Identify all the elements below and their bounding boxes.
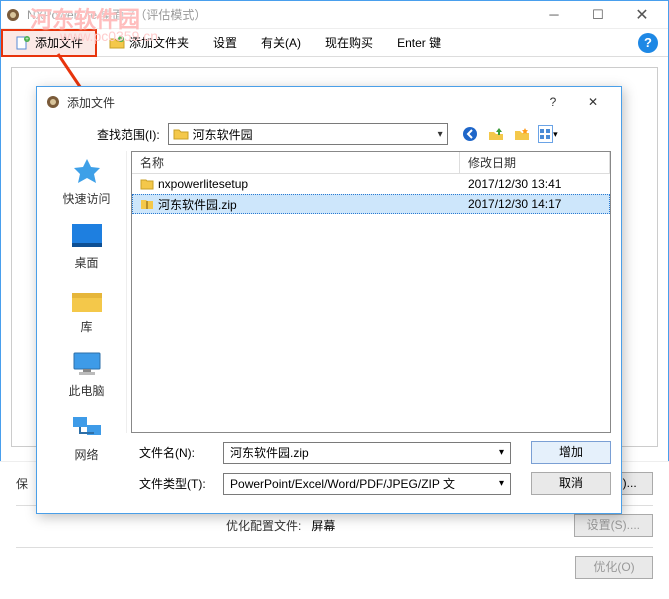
app-icon (5, 7, 21, 23)
zip-icon (140, 197, 154, 211)
menu-enter-key-label: Enter 键 (397, 34, 441, 51)
thispc-icon (69, 349, 105, 379)
dialog-bottom: 文件名(N): 河东软件园.zip ▾ 增加 文件类型(T): PowerPoi… (139, 441, 611, 503)
place-network-label: 网络 (74, 446, 98, 463)
place-thispc[interactable]: 此电脑 (52, 345, 122, 403)
desktop-icon (69, 221, 105, 251)
menu-buy-now-label: 现在购买 (325, 34, 373, 51)
window-buttons: ─ ☐ ✕ (532, 2, 664, 28)
file-row[interactable]: nxpowerlitesetup 2017/12/30 13:41 (132, 174, 610, 194)
profile-value: 屏幕 (311, 517, 335, 534)
chevron-down-icon: ▾ (438, 129, 443, 140)
main-divider-2 (16, 547, 653, 548)
column-date[interactable]: 修改日期 (460, 152, 610, 173)
folder-icon (173, 126, 189, 142)
file-list-rows: nxpowerlitesetup 2017/12/30 13:41 河东软件园.zi… (132, 174, 610, 432)
dialog-titlebar: 添加文件 ? ✕ (37, 87, 621, 117)
file-row[interactable]: 河东软件园.zip 2017/12/30 14:17 (132, 194, 610, 214)
dialog-body: 查找范围(I): 河东软件园 ▾ ▾ 快速访问 桌 (37, 117, 621, 513)
svg-text:+: + (25, 37, 29, 43)
profile-label: 优化配置文件: (226, 517, 301, 534)
lookin-combo[interactable]: 河东软件园 ▾ (168, 123, 448, 145)
close-button[interactable]: ✕ (620, 2, 664, 28)
chevron-down-icon: ▾ (499, 447, 504, 458)
minimize-button[interactable]: ─ (532, 2, 576, 28)
settings-button[interactable]: 设置(S).... (574, 514, 653, 537)
file-list[interactable]: 名称 修改日期 nxpowerlitesetup 2017/12/30 13:41… (131, 151, 611, 433)
filename-combo[interactable]: 河东软件园.zip ▾ (223, 442, 511, 464)
column-name[interactable]: 名称 (132, 152, 460, 173)
libraries-icon (69, 285, 105, 315)
place-thispc-label: 此电脑 (68, 382, 104, 399)
menu-enter-key[interactable]: Enter 键 (385, 29, 453, 57)
save-label: 保 (16, 475, 28, 492)
menu-settings[interactable]: 设置 (201, 29, 249, 57)
place-network[interactable]: 网络 (52, 409, 122, 467)
lookin-value: 河东软件园 (193, 126, 438, 143)
network-icon (69, 413, 105, 443)
filetype-combo[interactable]: PowerPoint/Excel/Word/PDF/JPEG/ZIP 文 ▾ (223, 473, 511, 495)
file-date: 2017/12/30 14:17 (468, 197, 561, 211)
optimize-button[interactable]: 优化(O) (575, 556, 653, 579)
add-file-dialog: 添加文件 ? ✕ 查找范围(I): 河东软件园 ▾ ▾ (36, 86, 622, 514)
place-quick-access[interactable]: 快速访问 (52, 153, 122, 211)
filetype-label: 文件类型(T): (139, 475, 215, 492)
up-button[interactable] (486, 124, 506, 144)
file-date: 2017/12/30 13:41 (468, 177, 561, 191)
back-button[interactable] (460, 124, 480, 144)
menu-settings-label: 设置 (213, 34, 237, 51)
file-name: nxpowerlitesetup (158, 177, 248, 191)
dialog-main: 快速访问 桌面 库 此电脑 网络 (47, 151, 611, 433)
folder-icon (140, 177, 154, 191)
file-name: 河东软件园.zip (158, 196, 237, 213)
watermark-url: www.pc0359.cn (60, 28, 158, 44)
add-button[interactable]: 增加 (531, 441, 611, 464)
dialog-title: 添加文件 (67, 94, 533, 111)
menu-about[interactable]: 有关(A) (249, 29, 313, 57)
place-desktop-label: 桌面 (74, 254, 98, 271)
place-libraries[interactable]: 库 (52, 281, 122, 339)
filetype-value: PowerPoint/Excel/Word/PDF/JPEG/ZIP 文 (230, 475, 455, 492)
view-menu-button[interactable]: ▾ (538, 124, 558, 144)
lookin-label: 查找范围(I): (97, 126, 160, 143)
menu-about-label: 有关(A) (261, 34, 301, 51)
places-bar: 快速访问 桌面 库 此电脑 网络 (47, 151, 127, 433)
cancel-button[interactable]: 取消 (531, 472, 611, 495)
filename-value: 河东软件园.zip (230, 444, 309, 461)
lookin-row: 查找范围(I): 河东软件园 ▾ ▾ (97, 123, 611, 145)
place-desktop[interactable]: 桌面 (52, 217, 122, 275)
place-quick-label: 快速访问 (62, 190, 110, 207)
new-folder-button[interactable] (512, 124, 532, 144)
menu-buy-now[interactable]: 现在购买 (313, 29, 385, 57)
help-icon[interactable]: ? (638, 33, 658, 53)
quick-access-icon (69, 157, 105, 187)
dialog-nav-icons: ▾ (460, 124, 558, 144)
chevron-down-icon: ▾ (499, 478, 504, 489)
dialog-icon (45, 94, 61, 110)
file-list-header: 名称 修改日期 (132, 152, 610, 174)
dialog-help-button[interactable]: ? (533, 88, 573, 116)
add-file-icon: + (15, 35, 31, 51)
dialog-close-button[interactable]: ✕ (573, 88, 613, 116)
maximize-button[interactable]: ☐ (576, 2, 620, 28)
filename-label: 文件名(N): (139, 444, 215, 461)
place-libraries-label: 库 (80, 318, 92, 335)
